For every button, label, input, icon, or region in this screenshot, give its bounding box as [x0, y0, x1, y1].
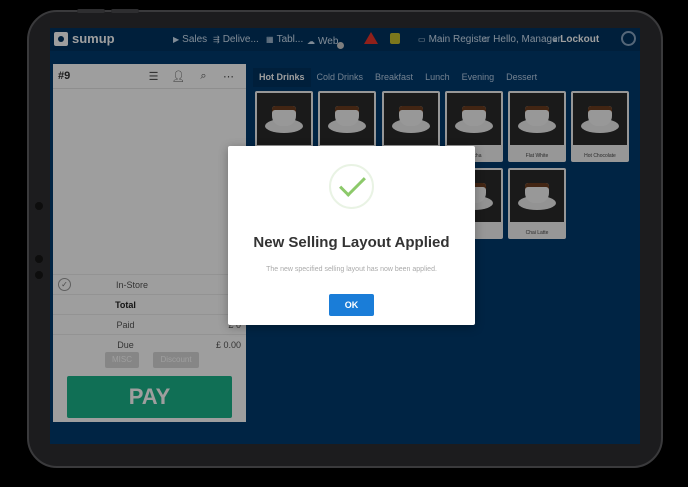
layout-applied-dialog: New Selling Layout Applied The new speci… [228, 146, 475, 325]
ok-button[interactable]: OK [329, 294, 374, 316]
hardware-button [77, 9, 105, 13]
camera-dot [35, 271, 43, 279]
camera-dot [35, 255, 43, 263]
hardware-button [111, 9, 139, 13]
dialog-message: The new specified selling layout has now… [266, 266, 437, 273]
dialog-title: New Selling Layout Applied [253, 234, 450, 251]
success-check-icon [329, 164, 374, 209]
camera-dot [35, 202, 43, 210]
